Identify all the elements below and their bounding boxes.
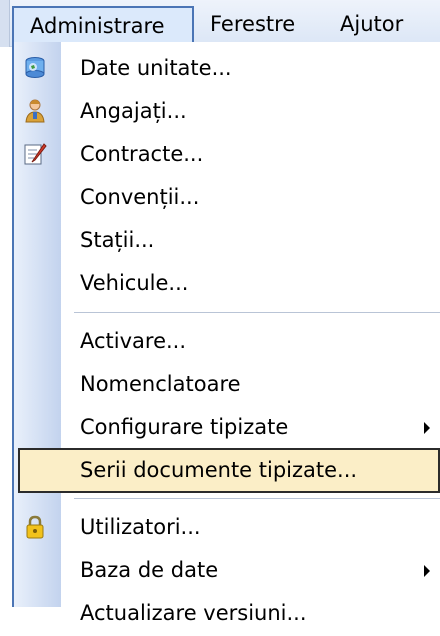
menu-bar: Administrare Ferestre Ajutor [0,0,440,47]
menu-item-label: Date unitate... [80,56,232,80]
menu-item-contracte[interactable]: Contracte... [14,132,440,177]
menu-item-label: Contracte... [80,142,204,166]
lock-icon [22,514,48,540]
menu-item-nomenclatoare[interactable]: Nomenclatoare [14,362,440,407]
administrare-dropdown: Date unitate... Angajați... Contracte... [12,42,440,625]
menu-item-label: Serii documente tipizate... [80,458,358,482]
menu-item-label: Nomenclatoare [80,372,241,396]
menu-separator [74,498,440,499]
menu-item-serii-documente-tipizate[interactable]: Serii documente tipizate... [18,448,440,493]
menu-ferestre[interactable]: Ferestre [210,6,295,42]
menu-separator [74,312,440,313]
menu-item-configurare-tipizate[interactable]: Configurare tipizate [14,405,440,450]
menu-item-label: Convenții... [80,185,200,209]
menu-item-baza-de-date[interactable]: Baza de date [14,548,440,593]
menu-item-label: Angajați... [80,99,187,123]
globe-database-icon [22,55,48,81]
person-icon [22,98,48,124]
menu-item-label: Utilizatori... [80,515,201,539]
menu-item-label: Actualizare versiuni... [80,601,307,625]
submenu-arrow-icon [424,422,430,434]
menu-item-utilizatori[interactable]: Utilizatori... [14,505,440,550]
menu-item-label: Vehicule... [80,271,189,295]
menu-item-label: Stații... [80,228,155,252]
menu-item-label: Configurare tipizate [80,415,289,439]
menu-item-activare[interactable]: Activare... [14,319,440,364]
document-edit-icon [22,141,48,167]
menu-item-vehicule[interactable]: Vehicule... [14,261,440,306]
menu-item-date-unitate[interactable]: Date unitate... [14,46,440,91]
menu-item-label: Baza de date [80,558,219,582]
menu-bar-grip [0,0,10,47]
menu-item-statii[interactable]: Stații... [14,218,440,263]
menu-ajutor[interactable]: Ajutor [340,6,403,42]
menu-item-actualizare-versiuni[interactable]: Actualizare versiuni... [14,591,440,636]
submenu-arrow-icon [424,565,430,577]
menu-item-conventii[interactable]: Convenții... [14,175,440,220]
menu-item-label: Activare... [80,329,187,353]
menu-item-angajati[interactable]: Angajați... [14,89,440,134]
menu-administrare[interactable]: Administrare [12,6,194,42]
